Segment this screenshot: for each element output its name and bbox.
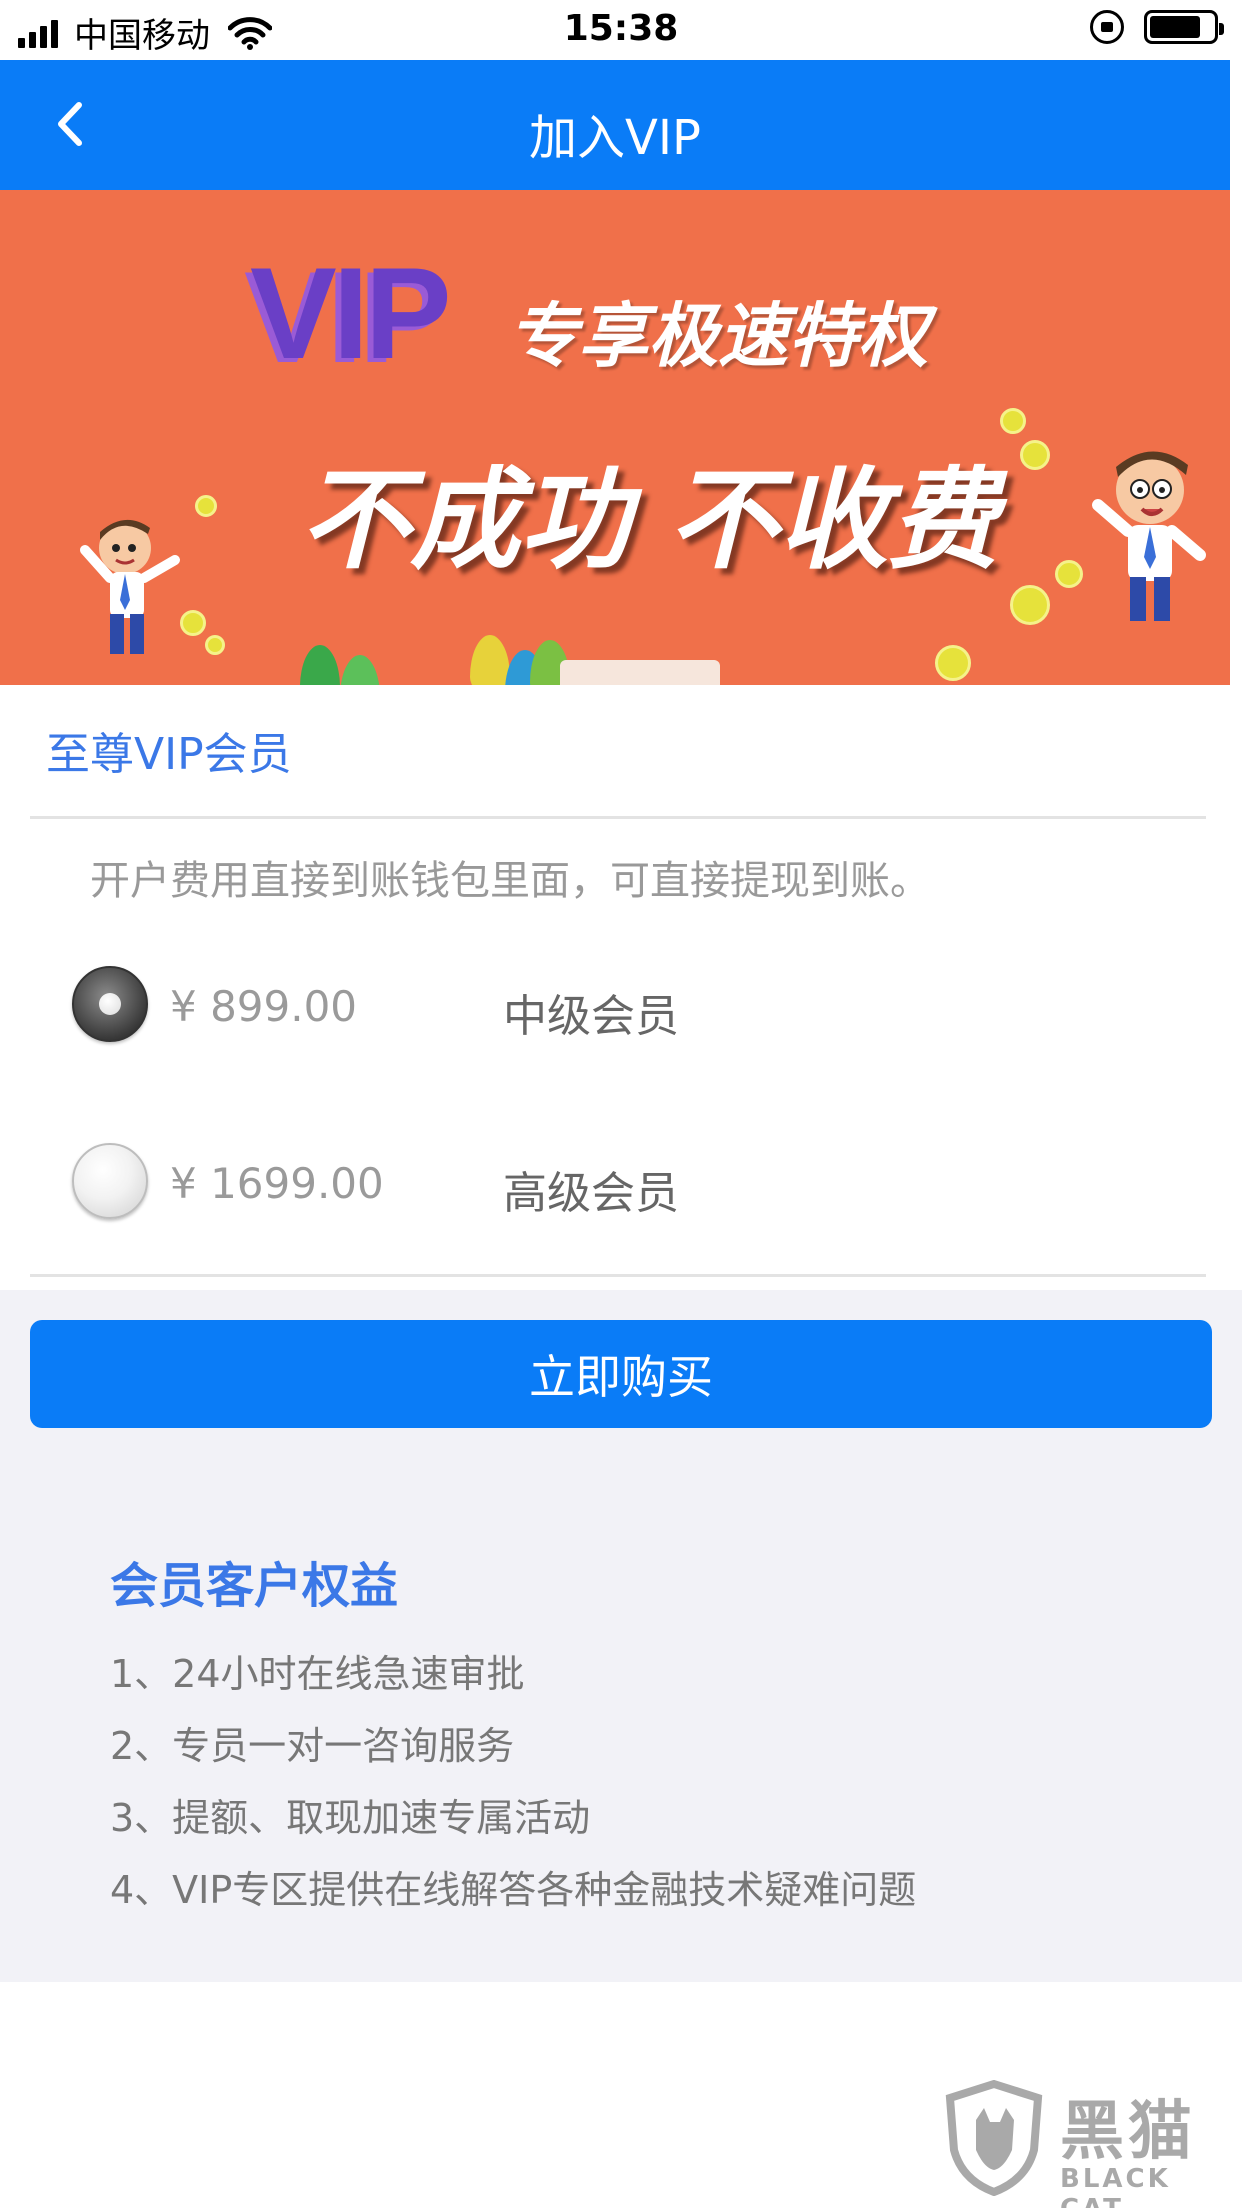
benefit-item: 3、提额、取现加速专属活动	[110, 1796, 591, 1840]
membership-option-intermediate[interactable]: ¥ 899.00 中级会员	[0, 966, 1230, 1076]
benefits-title: 会员客户权益	[110, 1558, 399, 1614]
radio-button-selected[interactable]	[72, 966, 148, 1042]
buy-now-button[interactable]: 立即购买	[30, 1320, 1212, 1428]
coin-icon	[1000, 408, 1026, 434]
benefits-section: 立即购买 会员客户权益 1、24小时在线急速审批 2、专员一对一咨询服务 3、提…	[0, 1290, 1242, 1982]
businessman-right-icon	[1092, 451, 1206, 621]
radio-button[interactable]	[72, 1143, 148, 1219]
benefit-item: 4、VIP专区提供在线解答各种金融技术疑难问题	[110, 1868, 917, 1912]
coin-icon	[195, 495, 217, 517]
businessman-left-icon	[80, 519, 180, 654]
coin-icon	[1020, 440, 1050, 470]
battery-icon	[1144, 10, 1224, 44]
option-price: ¥ 1699.00	[170, 1159, 384, 1208]
option-level: 高级会员	[503, 1168, 679, 1219]
benefits-list: 1、24小时在线急速审批 2、专员一对一咨询服务 3、提额、取现加速专属活动 4…	[110, 1638, 916, 1926]
divider	[30, 1274, 1206, 1277]
watermark-text: 黑猫	[1060, 2095, 1196, 2169]
leaf-icon	[470, 635, 510, 685]
page: 中国移动 15:38 加入VIP VIP 专享极速特权 不成功 不收费 至尊VI…	[0, 0, 1242, 2208]
leaf-icon	[340, 655, 380, 685]
fee-notice: 开户费用直接到账钱包里面，可直接提现到账。	[90, 858, 930, 904]
watermark-subtext: BLACK CAT	[1060, 2164, 1171, 2208]
benefit-item: 1、24小时在线急速审批	[110, 1652, 525, 1696]
nav-bar: 加入VIP	[0, 60, 1230, 190]
banner-slogan: 不成功 不收费	[300, 456, 999, 584]
envelope-icon	[560, 660, 720, 685]
black-cat-watermark: 黑猫 BLACK CAT	[944, 2080, 1224, 2208]
coin-icon	[1010, 585, 1050, 625]
coin-icon	[205, 635, 225, 655]
leaf-icon	[300, 645, 340, 685]
banner-tagline: 专享极速特权	[508, 295, 928, 377]
status-bar: 中国移动 15:38	[0, 0, 1242, 60]
option-price: ¥ 899.00	[170, 982, 358, 1031]
membership-title: 至尊VIP会员	[46, 729, 292, 780]
option-level: 中级会员	[503, 991, 679, 1042]
coin-icon	[935, 645, 971, 681]
promo-banner[interactable]: VIP 专享极速特权 不成功 不收费	[0, 190, 1230, 685]
benefit-item: 2、专员一对一咨询服务	[110, 1724, 515, 1768]
divider	[30, 816, 1206, 819]
status-right	[1090, 10, 1224, 44]
cat-shield-icon	[945, 2080, 1043, 2196]
membership-option-advanced[interactable]: ¥ 1699.00 高级会员	[0, 1143, 1230, 1253]
orientation-lock-icon	[1090, 10, 1124, 44]
banner-vip-text: VIP	[250, 240, 452, 386]
status-time: 15:38	[563, 8, 679, 49]
page-title: 加入VIP	[529, 110, 701, 166]
